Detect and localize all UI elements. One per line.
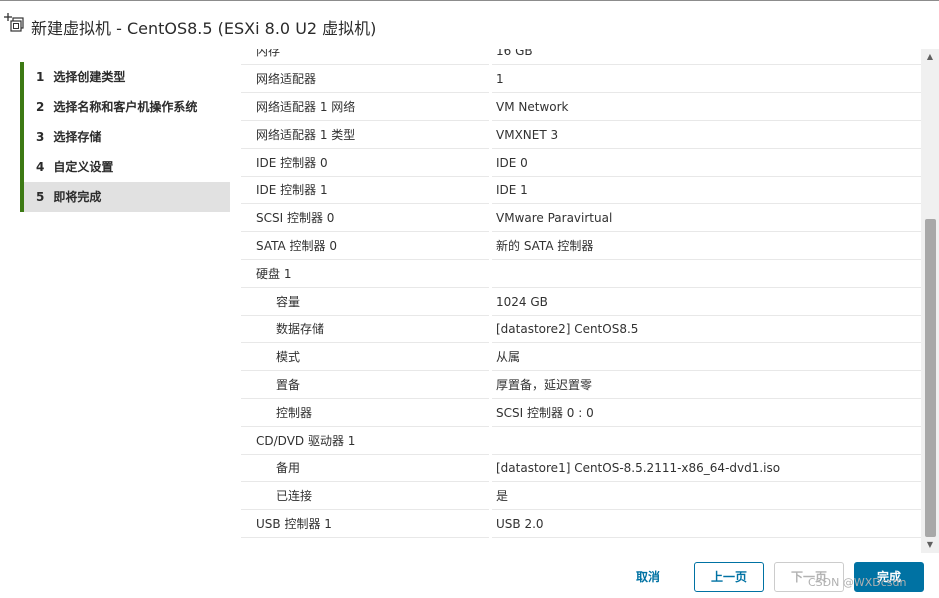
row-value: VM Network bbox=[492, 94, 921, 121]
row-label: 控制器 bbox=[276, 406, 313, 420]
step-number: 3 bbox=[36, 130, 45, 144]
row-label: CD/DVD 驱动器 1 bbox=[256, 434, 356, 448]
table-row: 网络适配器 1 bbox=[241, 66, 921, 94]
row-value: USB 2.0 bbox=[492, 511, 921, 538]
step-label: 选择创建类型 bbox=[53, 70, 126, 84]
table-row: 置备 厚置备，延迟置零 bbox=[241, 372, 921, 400]
table-row: 控制器 SCSI 控制器 0 : 0 bbox=[241, 400, 921, 428]
row-value: IDE 1 bbox=[492, 177, 921, 204]
step-select-creation-type[interactable]: 1 选择创建类型 bbox=[20, 62, 230, 92]
row-value: VMXNET 3 bbox=[492, 122, 921, 149]
row-value: [datastore2] CentOS8.5 bbox=[492, 316, 921, 343]
step-select-storage[interactable]: 3 选择存储 bbox=[20, 122, 230, 152]
dialog-title: 新建虚拟机 - CentOS8.5 (ESXi 8.0 U2 虚拟机) bbox=[31, 19, 377, 38]
row-label: 硬盘 1 bbox=[256, 267, 292, 281]
row-label: 容量 bbox=[276, 295, 301, 309]
row-label: 内存 bbox=[256, 49, 281, 58]
row-value: 16 GB bbox=[492, 49, 921, 65]
row-label: 数据存储 bbox=[276, 322, 325, 336]
table-row: SATA 控制器 0 新的 SATA 控制器 bbox=[241, 233, 921, 261]
finish-button[interactable]: 完成 bbox=[854, 562, 924, 592]
table-row: 硬盘 1 bbox=[241, 261, 921, 289]
row-value: 新的 SATA 控制器 bbox=[492, 233, 921, 260]
step-label: 选择名称和客户机操作系统 bbox=[53, 100, 198, 114]
table-row: IDE 控制器 1 IDE 1 bbox=[241, 177, 921, 205]
step-number: 1 bbox=[36, 70, 45, 84]
wizard-steps: 1 选择创建类型 2 选择名称和客户机操作系统 3 选择存储 4 自定义设置 5 即将完成 bbox=[20, 62, 230, 212]
row-value: 是 bbox=[492, 483, 921, 510]
table-row: 备用 [datastore1] CentOS-8.5.2111-x86_64-d… bbox=[241, 455, 921, 483]
table-row: IDE 控制器 0 IDE 0 bbox=[241, 150, 921, 178]
new-vm-icon bbox=[4, 13, 24, 32]
next-button[interactable]: 下一页 bbox=[774, 562, 844, 592]
step-number: 5 bbox=[36, 190, 45, 204]
row-value: 从属 bbox=[492, 344, 921, 371]
table-row: 容量 1024 GB bbox=[241, 289, 921, 317]
step-number: 4 bbox=[36, 160, 45, 174]
step-number: 2 bbox=[36, 100, 45, 114]
step-label: 选择存储 bbox=[53, 130, 102, 144]
step-label: 自定义设置 bbox=[53, 160, 114, 174]
row-label: USB 控制器 1 bbox=[256, 517, 332, 531]
row-value: 1 bbox=[492, 66, 921, 93]
row-value: 1024 GB bbox=[492, 289, 921, 316]
table-row: CD/DVD 驱动器 1 bbox=[241, 428, 921, 456]
row-label: 网络适配器 bbox=[256, 72, 317, 86]
new-vm-dialog: 新建虚拟机 - CentOS8.5 (ESXi 8.0 U2 虚拟机) 1 选择创… bbox=[0, 0, 939, 598]
table-row: 模式 从属 bbox=[241, 344, 921, 372]
row-label: 置备 bbox=[276, 378, 301, 392]
row-label: 已连接 bbox=[276, 489, 313, 503]
row-value: IDE 0 bbox=[492, 150, 921, 177]
row-value: [datastore1] CentOS-8.5.2111-x86_64-dvd1… bbox=[492, 455, 921, 482]
cancel-button[interactable]: 取消 bbox=[617, 562, 679, 592]
row-label: 模式 bbox=[276, 350, 301, 364]
row-label: SATA 控制器 0 bbox=[256, 239, 337, 253]
row-label: 网络适配器 1 类型 bbox=[256, 128, 356, 142]
row-value: 厚置备，延迟置零 bbox=[492, 372, 921, 399]
table-row: 数据存储 [datastore2] CentOS8.5 bbox=[241, 316, 921, 344]
step-ready-to-complete[interactable]: 5 即将完成 bbox=[20, 182, 230, 212]
title-bar: 新建虚拟机 - CentOS8.5 (ESXi 8.0 U2 虚拟机) bbox=[0, 1, 939, 49]
row-value: VMware Paravirtual bbox=[492, 205, 921, 232]
scrollbar-thumb[interactable] bbox=[925, 219, 936, 537]
table-row: 内存 16 GB bbox=[241, 49, 921, 66]
table-row: 已连接 是 bbox=[241, 483, 921, 511]
triangle-up-icon[interactable]: ▲ bbox=[921, 49, 939, 65]
vertical-scrollbar[interactable]: ▲ ▼ bbox=[921, 49, 939, 553]
table-row: 网络适配器 1 网络 VM Network bbox=[241, 94, 921, 122]
row-label: 备用 bbox=[276, 461, 301, 475]
table-row: SCSI 控制器 0 VMware Paravirtual bbox=[241, 205, 921, 233]
table-row: USB 控制器 1 USB 2.0 bbox=[241, 511, 921, 539]
table-row: 网络适配器 1 类型 VMXNET 3 bbox=[241, 122, 921, 150]
row-label: SCSI 控制器 0 bbox=[256, 211, 335, 225]
back-button[interactable]: 上一页 bbox=[694, 562, 764, 592]
step-select-name-and-guest-os[interactable]: 2 选择名称和客户机操作系统 bbox=[20, 92, 230, 122]
row-value bbox=[492, 261, 921, 288]
row-value: SCSI 控制器 0 : 0 bbox=[492, 400, 921, 427]
row-label: 网络适配器 1 网络 bbox=[256, 100, 356, 114]
step-customize-settings[interactable]: 4 自定义设置 bbox=[20, 152, 230, 182]
step-label: 即将完成 bbox=[53, 190, 102, 204]
row-label: IDE 控制器 1 bbox=[256, 183, 328, 197]
triangle-down-icon[interactable]: ▼ bbox=[921, 537, 939, 553]
summary-table: 内存 16 GB 网络适配器 1 网络适配器 1 网络 VM Network 网… bbox=[241, 49, 921, 539]
row-label: IDE 控制器 0 bbox=[256, 156, 328, 170]
row-value bbox=[492, 428, 921, 455]
